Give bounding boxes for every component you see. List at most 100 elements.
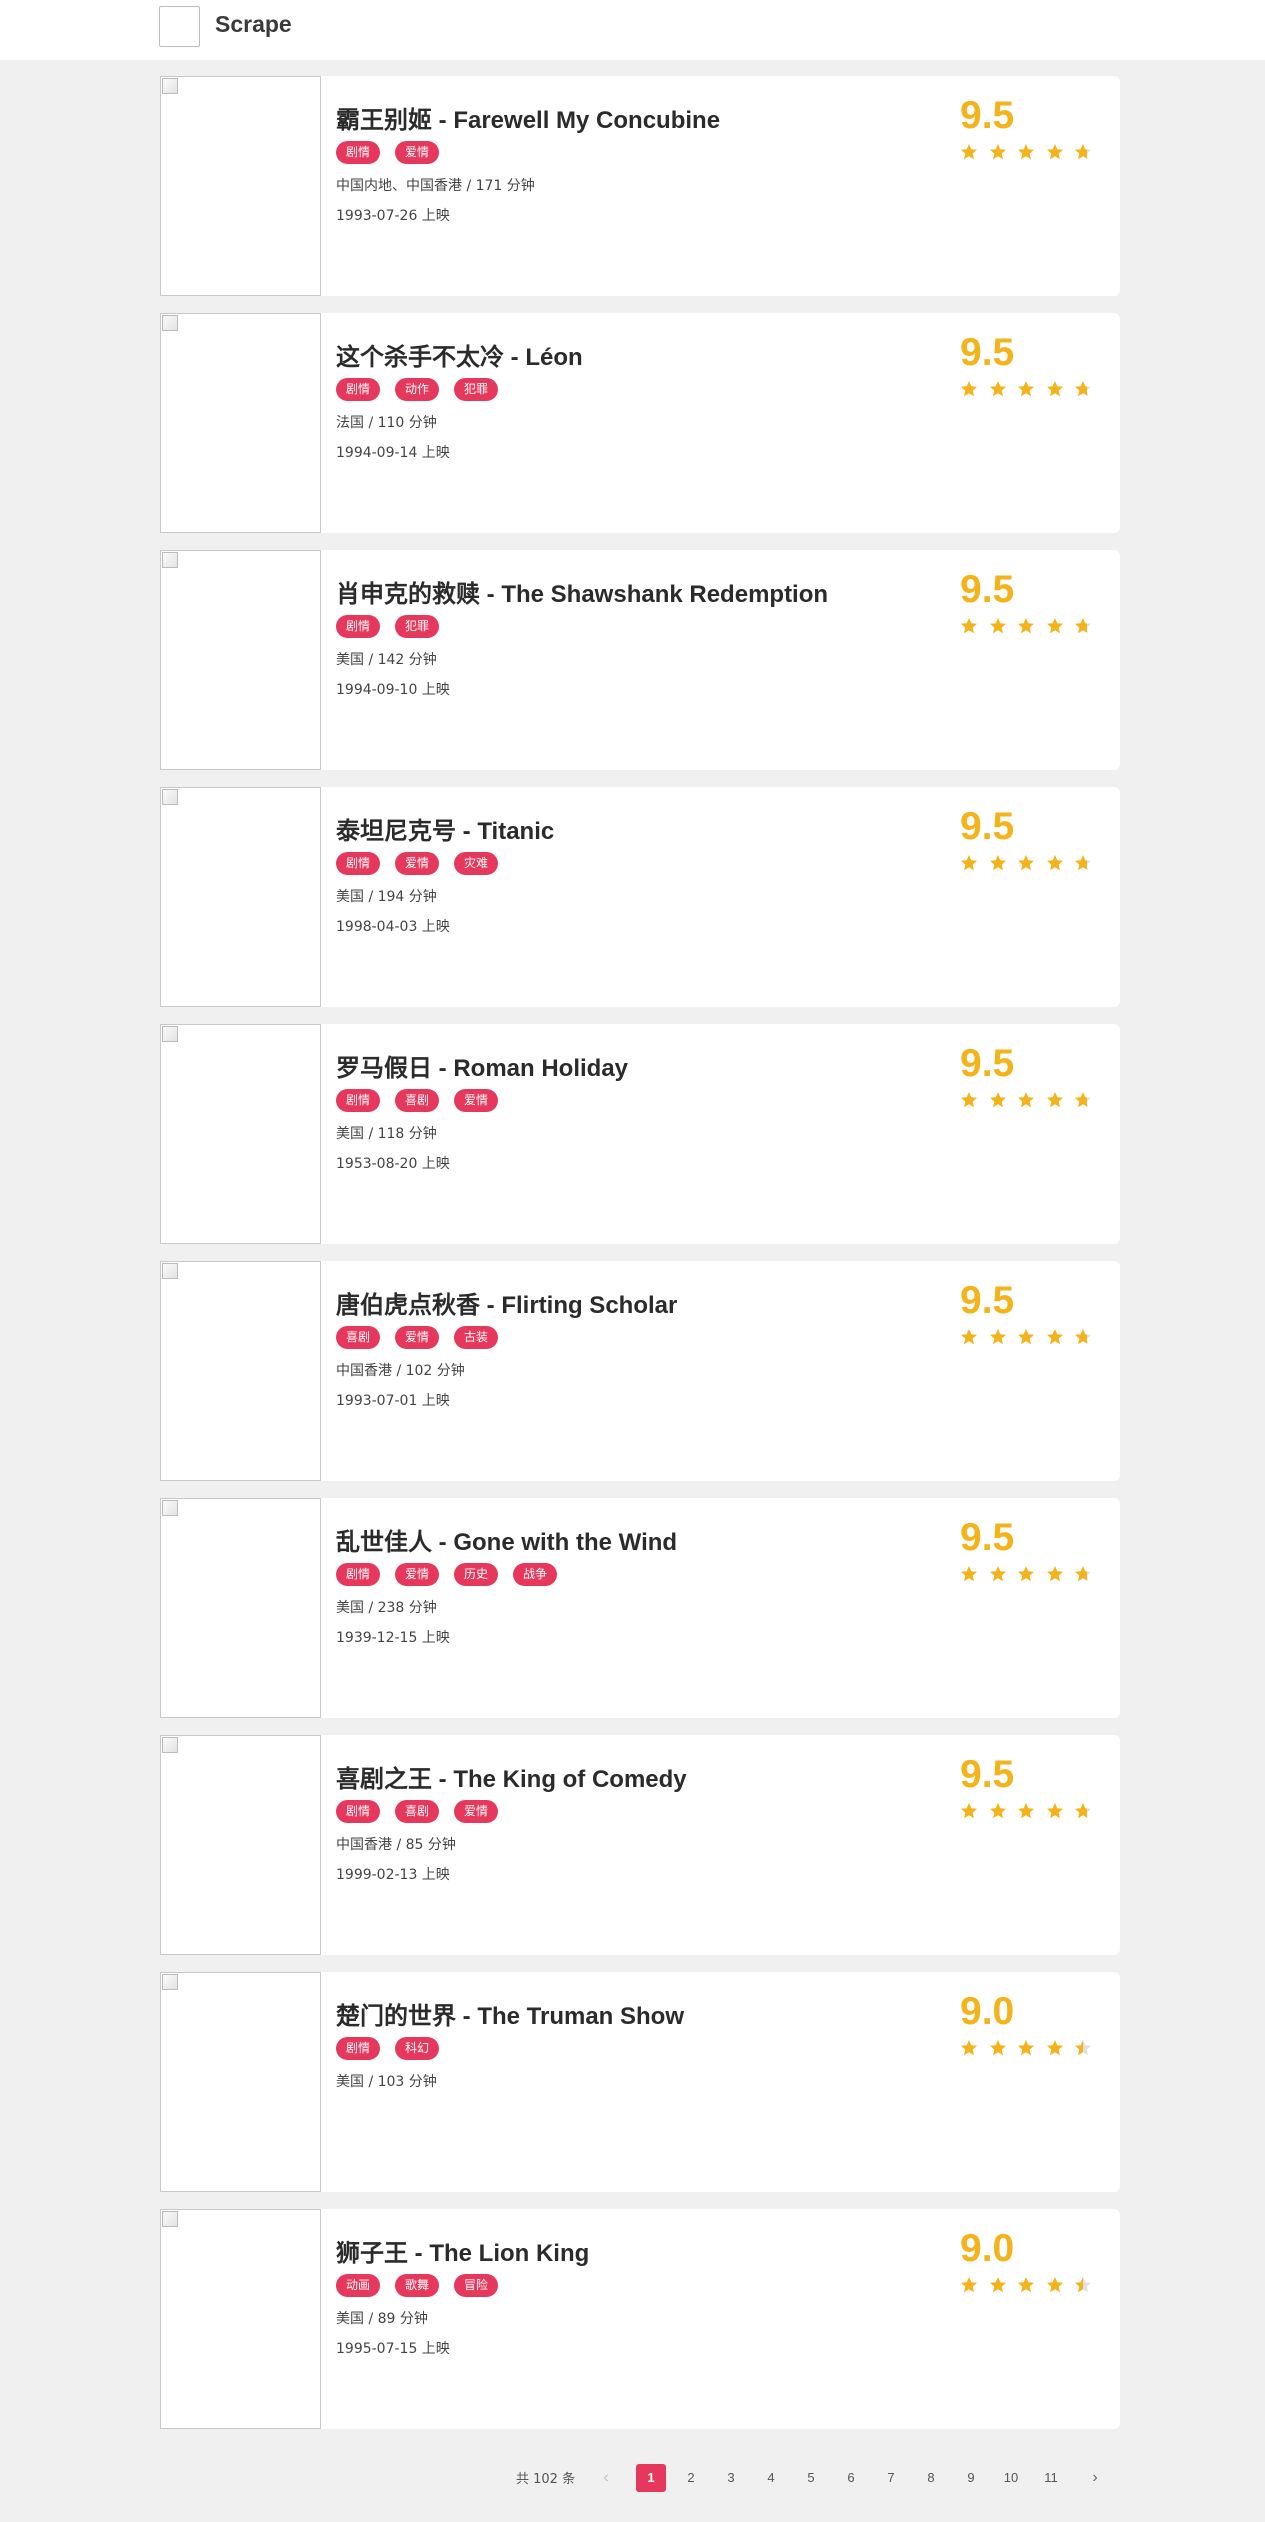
movie-region-duration: 美国 / 103 分钟 [336,2074,437,2090]
movie-score: 9.5 [960,331,1015,374]
star-rating [960,1565,1103,1583]
star-icon [989,1803,1006,1819]
star-icon [989,2277,1006,2293]
logo-image[interactable] [159,6,200,47]
movie-title-link[interactable]: 乱世佳人 - Gone with the Wind [336,1522,677,1557]
genre-tag: 剧情 [336,141,381,164]
movie-poster[interactable] [160,1024,321,1244]
genre-tag: 科幻 [395,2037,440,2060]
movie-release-date: 1994-09-14 上映 [336,445,450,461]
star-icon [1046,1566,1063,1582]
genre-tag: 爱情 [395,1563,440,1586]
movie-card: 霸王别姬 - Farewell My Concubine 剧情 爱情 中国内地、中国香… [160,76,1120,296]
movie-release-date: 1999-02-13 上映 [336,1867,450,1883]
page-9-button[interactable]: 9 [956,2464,986,2492]
movie-release-date: 1998-04-03 上映 [336,919,450,935]
movie-card: 乱世佳人 - Gone with the Wind 剧情 爱情 历史 战争 美国 / 23… [160,1498,1120,1718]
movie-poster[interactable] [160,1261,321,1481]
pagination: 共 102 条 ‹ 1 2 3 4 5 6 7 8 9 10 11 › [0,2462,1265,2492]
star-icon [1075,855,1091,871]
movie-title-link[interactable]: 楚门的世界 - The Truman Show [336,1996,684,2031]
star-icon [961,1092,977,1108]
movie-release-date: 1993-07-01 上映 [336,1393,450,1409]
star-icon [1046,1329,1063,1345]
page-2-button[interactable]: 2 [676,2464,706,2492]
star-icon [1018,1092,1034,1108]
movie-release-date: 1939-12-15 上映 [336,1630,450,1646]
movie-list: 霸王别姬 - Farewell My Concubine 剧情 爱情 中国内地、中国香… [160,76,1120,2446]
genre-tag: 歌舞 [395,2274,440,2297]
star-rating [960,617,1103,635]
movie-title-link[interactable]: 肖申克的救赎 - The Shawshank Redemption [336,574,828,609]
star-icon [1046,618,1063,634]
page-1-button[interactable]: 1 [636,2464,666,2492]
movie-region-duration: 美国 / 118 分钟 [336,1126,437,1142]
star-icon [989,381,1006,397]
genre-tag: 灾难 [454,852,499,875]
movie-score: 9.5 [960,805,1015,848]
star-icon [989,855,1006,871]
movie-title-link[interactable]: 罗马假日 - Roman Holiday [336,1048,628,1083]
movie-poster[interactable] [160,787,321,1007]
star-icon [1075,2277,1091,2293]
page-10-button[interactable]: 10 [996,2464,1026,2492]
movie-poster[interactable] [160,2209,321,2429]
star-icon [989,1329,1006,1345]
prev-page-button[interactable]: ‹ [591,2464,621,2492]
movie-title-link[interactable]: 唐伯虎点秋香 - Flirting Scholar [336,1285,677,1320]
movie-poster[interactable] [160,76,321,296]
genre-tag: 喜剧 [395,1800,440,1823]
star-rating [960,1091,1103,1109]
genre-tag: 爱情 [395,1326,440,1349]
genre-tag: 犯罪 [454,378,499,401]
star-icon [1018,855,1034,871]
page-11-button[interactable]: 11 [1036,2464,1066,2492]
star-rating [960,1802,1103,1820]
movie-title-link[interactable]: 喜剧之王 - The King of Comedy [336,1759,687,1794]
star-icon [1075,1329,1091,1345]
movie-title-link[interactable]: 狮子王 - The Lion King [336,2233,589,2268]
page-6-button[interactable]: 6 [836,2464,866,2492]
movie-score: 9.0 [960,1990,1015,2033]
movie-card: 肖申克的救赎 - The Shawshank Redemption 剧情 犯罪 美国 … [160,550,1120,770]
star-icon [1018,381,1034,397]
genre-tag: 剧情 [336,852,381,875]
movie-title-link[interactable]: 泰坦尼克号 - Titanic [336,811,554,846]
star-icon [961,144,977,160]
movie-poster[interactable] [160,1972,321,2192]
page-8-button[interactable]: 8 [916,2464,946,2492]
page-5-button[interactable]: 5 [796,2464,826,2492]
page-4-button[interactable]: 4 [756,2464,786,2492]
star-icon [989,618,1006,634]
star-icon [961,2040,977,2056]
star-rating [960,2276,1103,2294]
movie-score: 9.5 [960,1753,1015,1796]
movie-poster[interactable] [160,1498,321,1718]
star-icon [961,1803,977,1819]
star-rating [960,854,1103,872]
genre-tag: 犯罪 [395,615,440,638]
page-3-button[interactable]: 3 [716,2464,746,2492]
movie-title-link[interactable]: 霸王别姬 - Farewell My Concubine [336,100,720,135]
page-7-button[interactable]: 7 [876,2464,906,2492]
star-icon [1075,618,1091,634]
star-rating [960,143,1103,161]
genre-tag: 剧情 [336,1563,381,1586]
genre-tags: 动画 歌舞 冒险 [336,2274,513,2298]
genre-tags: 剧情 喜剧 爱情 [336,1089,513,1113]
movie-title-link[interactable]: 这个杀手不太冷 - Léon [336,337,583,372]
brand-title[interactable]: Scrape [215,11,292,38]
star-icon [1046,2277,1063,2293]
movie-release-date: 1993-07-26 上映 [336,208,450,224]
next-page-button[interactable]: › [1080,2464,1110,2492]
movie-score: 9.5 [960,1279,1015,1322]
star-icon [1075,381,1091,397]
genre-tags: 剧情 爱情 灾难 [336,852,513,876]
genre-tag: 剧情 [336,1089,381,1112]
movie-poster[interactable] [160,550,321,770]
movie-poster[interactable] [160,313,321,533]
movie-poster[interactable] [160,1735,321,1955]
movie-region-duration: 美国 / 238 分钟 [336,1600,437,1616]
genre-tag: 动作 [395,378,440,401]
movie-score: 9.0 [960,2227,1015,2270]
